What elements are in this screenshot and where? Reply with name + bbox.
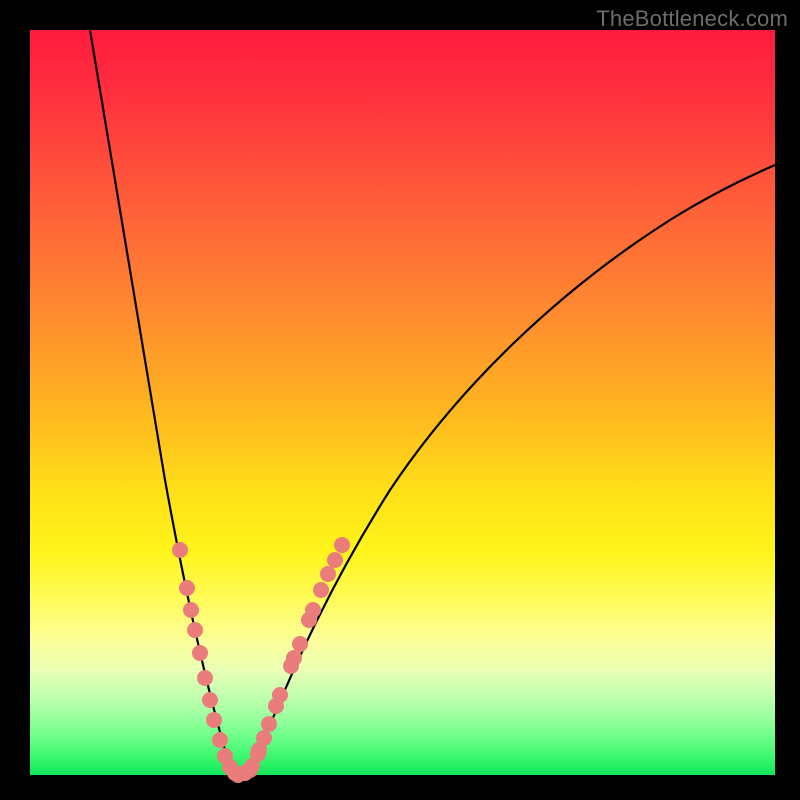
curve-group [90, 30, 775, 775]
scatter-dot [286, 650, 302, 666]
scatter-dot [183, 602, 199, 618]
scatter-dot [179, 580, 195, 596]
curves-svg [30, 30, 775, 775]
scatter-dot [206, 712, 222, 728]
scatter-dot [192, 645, 208, 661]
scatter-dot [292, 636, 308, 652]
scatter-dot [172, 542, 188, 558]
scatter-dot [197, 670, 213, 686]
scatter-dot [320, 566, 336, 582]
scatter-dot [212, 732, 228, 748]
chart-frame: TheBottleneck.com [0, 0, 800, 800]
scatter-dot [256, 730, 272, 746]
scatter-dot [202, 692, 218, 708]
scatter-dot [305, 602, 321, 618]
scatter-dots [172, 537, 350, 783]
left-branch-curve [90, 30, 238, 775]
scatter-dot [334, 537, 350, 553]
plot-area [30, 30, 775, 775]
scatter-dot [313, 582, 329, 598]
scatter-dot [187, 622, 203, 638]
scatter-dot [272, 687, 288, 703]
scatter-dot [261, 716, 277, 732]
scatter-dot [327, 552, 343, 568]
right-branch-curve [238, 165, 775, 775]
watermark-text: TheBottleneck.com [596, 6, 788, 32]
